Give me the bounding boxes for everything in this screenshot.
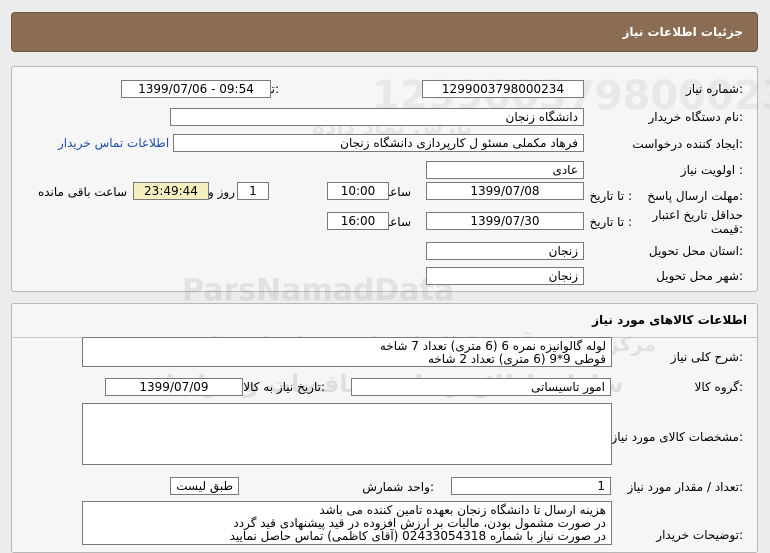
reply-date-field: 1399/07/08 bbox=[426, 182, 584, 200]
reply-to-date-label: تا تاریخ : bbox=[589, 189, 632, 203]
unit-field: طبق لیست bbox=[170, 477, 239, 495]
buyer-notes-label: توضیحات خریدار: bbox=[656, 528, 743, 542]
specs-label: مشخصات کالای مورد نیاز: bbox=[611, 430, 743, 444]
province-field: زنجان bbox=[426, 242, 584, 260]
quantity-field: 1 bbox=[451, 477, 611, 495]
reply-deadline-label: مهلت ارسال پاسخ: bbox=[647, 189, 743, 203]
buyer-notes-field: هزینه ارسال تا دانشگاه زنجان بعهده تامین… bbox=[82, 501, 612, 545]
quantity-label: تعداد / مقدار مورد نیاز: bbox=[627, 480, 743, 494]
city-label: شهر محل تحویل: bbox=[656, 269, 743, 283]
announce-date-field: 1399/07/06 - 09:54 bbox=[121, 80, 271, 98]
city-field: زنجان bbox=[426, 267, 584, 285]
need-details-panel: 1299003798000234 پارس نماد داده ParsNama… bbox=[11, 66, 770, 308]
creator-field: فرهاد مکملی مسئو ل کارپردازی دانشگاه زنج… bbox=[173, 134, 584, 152]
goods-section-title: اطلاعات کالاهای مورد نیاز bbox=[592, 313, 747, 327]
summary-line: قوطی 9*9 (6 متری) تعداد 2 شاخه bbox=[427, 352, 606, 366]
validity-label-2: قیمت: bbox=[710, 222, 743, 236]
validity-date-field: 1399/07/30 bbox=[426, 212, 584, 230]
need-date-label: تاریخ نیاز به کالا: bbox=[243, 380, 325, 394]
goods-panel: مرکز فراهم آوری اطلاعات پارس نماد داده ه… bbox=[11, 303, 758, 553]
days-field: 1 bbox=[237, 182, 269, 200]
reply-time-field: 10:00 bbox=[327, 182, 389, 200]
validity-to-date-label: تا تاریخ : bbox=[589, 215, 632, 229]
summary-label: شرح کلی نیاز: bbox=[670, 350, 743, 364]
remaining-time-field: 23:49:44 bbox=[133, 182, 209, 200]
priority-field: عادی bbox=[426, 161, 584, 179]
province-label: استان محل تحویل: bbox=[648, 244, 743, 258]
creator-label: ایجاد کننده درخواست: bbox=[632, 137, 743, 151]
need-number-field: 1299003798000234 bbox=[422, 80, 584, 98]
validity-time-field: 16:00 bbox=[327, 212, 389, 230]
remaining-time-label: ساعت باقی مانده bbox=[37, 185, 127, 199]
goods-group-field: امور تاسیساتی bbox=[351, 378, 611, 396]
validity-label-1: حداقل تاریخ اعتبار bbox=[652, 208, 743, 222]
specs-field bbox=[82, 403, 612, 465]
days-label: روز و bbox=[208, 185, 235, 199]
priority-label: اولویت نیاز : bbox=[680, 163, 743, 177]
notes-line: در صورت نیاز با شماره 02433054318 (آقای … bbox=[229, 529, 606, 543]
buyer-label: نام دستگاه خریدار: bbox=[648, 110, 744, 124]
buyer-contact-link[interactable]: اطلاعات تماس خریدار bbox=[58, 136, 169, 150]
buyer-field: دانشگاه زنجان bbox=[170, 108, 584, 126]
need-date-field: 1399/07/09 bbox=[105, 378, 243, 396]
page-title: جزئیات اطلاعات نیاز bbox=[622, 25, 743, 39]
page-header: جزئیات اطلاعات نیاز bbox=[11, 12, 758, 52]
unit-label: واحد شمارش: bbox=[362, 480, 434, 494]
need-number-label: شماره نیاز: bbox=[685, 82, 743, 96]
summary-field: لوله گالوانیزه نمره 6 (6 متری) تعداد 7 ش… bbox=[82, 337, 612, 367]
goods-group-label: گروه کالا: bbox=[694, 380, 744, 394]
